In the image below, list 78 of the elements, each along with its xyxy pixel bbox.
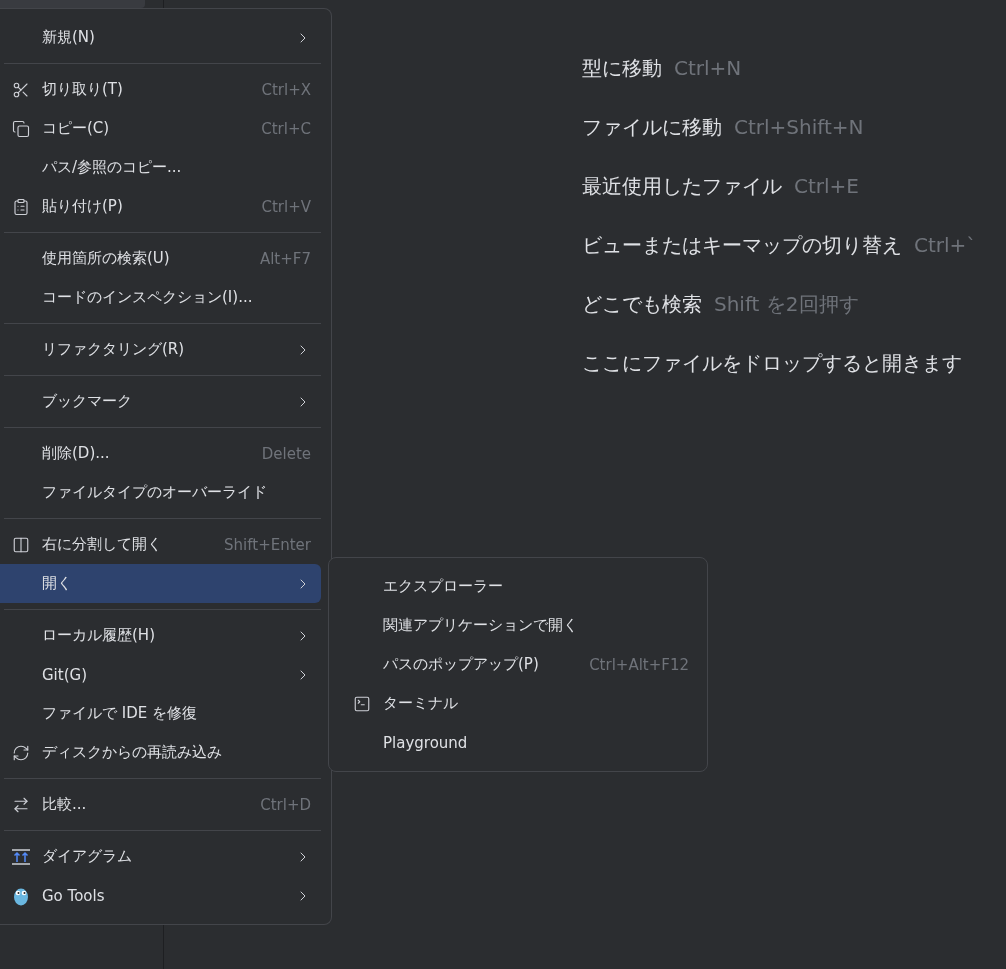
menu-item-label: Playground (383, 733, 469, 752)
menu-item-label: 貼り付け(P) (42, 197, 124, 216)
reload-icon (12, 743, 30, 762)
hint-action: 最近使用したファイル (582, 174, 782, 198)
menu-item-label: パスのポップアップ(P) (383, 655, 540, 674)
hint-action: 型に移動 (582, 56, 662, 80)
menu-item[interactable]: 新規(N) (0, 18, 321, 57)
menu-item[interactable]: 右に分割して開く Shift+Enter (0, 525, 321, 564)
menu-item-label: コピー(C) (42, 119, 111, 138)
clipboard-icon (12, 197, 30, 216)
menu-item[interactable]: 開く (0, 564, 321, 603)
diagram-icon (11, 847, 31, 866)
shortcut-text: Ctrl+V (261, 197, 311, 216)
shortcut-text: Ctrl+X (261, 80, 311, 99)
submenu-item[interactable]: ターミナル (329, 684, 707, 723)
hint-shortcut: Shift を2回押す (714, 292, 859, 316)
shortcut-text: Ctrl+Alt+F12 (589, 655, 689, 674)
hint-shortcut: Ctrl+Shift+N (734, 115, 864, 139)
shortcut-text: Shift+Enter (224, 535, 311, 554)
menu-item-label: ファイルで IDE を修復 (42, 704, 198, 723)
menu-item[interactable]: ローカル履歴(H) (0, 616, 321, 655)
menu-item-label: 切り取り(T) (42, 80, 124, 99)
menu-item[interactable]: ディスクからの再読み込み (0, 733, 321, 772)
submenu-item[interactable]: パスのポップアップ(P) Ctrl+Alt+F12 (329, 645, 707, 684)
menu-item[interactable]: ブックマーク (0, 382, 321, 421)
menu-item-label: リファクタリング(R) (42, 340, 186, 359)
terminal-icon (353, 694, 371, 713)
hint-action: ファイルに移動 (582, 115, 722, 139)
submenu-item[interactable]: 関連アプリケーションで開く (329, 606, 707, 645)
split-view-icon (12, 535, 30, 554)
menu-item[interactable]: ファイルで IDE を修復 (0, 694, 321, 733)
menu-item[interactable]: 切り取り(T) Ctrl+X (0, 70, 321, 109)
menu-item[interactable]: コードのインスペクション(I)... (0, 278, 321, 317)
hint-action: ここにファイルをドロップすると開きます (582, 351, 962, 375)
menu-item-label: ディスクからの再読み込み (42, 743, 223, 762)
menu-item-label: ブックマーク (42, 392, 133, 411)
menu-item[interactable]: ダイアグラム (0, 837, 321, 876)
menu-item[interactable]: 削除(D)... Delete (0, 434, 321, 473)
menu-item-label: 右に分割して開く (42, 535, 163, 554)
hint-shortcut: Ctrl+N (674, 56, 742, 80)
menu-item[interactable]: 貼り付け(P) Ctrl+V (0, 187, 321, 226)
menu-item-label: 使用箇所の検索(U) (42, 249, 171, 268)
menu-item[interactable]: パス/参照のコピー... (0, 148, 321, 187)
menu-item-label: Git(G) (42, 665, 88, 684)
hint-shortcut: Ctrl+` (914, 233, 977, 257)
menu-item-label: 比較... (42, 795, 88, 814)
scissors-icon (12, 80, 30, 99)
hint-action: どこでも検索 (582, 292, 702, 316)
menu-item[interactable]: Git(G) (0, 655, 321, 694)
menu-item-label: エクスプローラー (383, 577, 504, 596)
menu-item-label: ローカル履歴(H) (42, 626, 156, 645)
menu-item-label: 関連アプリケーションで開く (383, 616, 579, 635)
tool-window-tab[interactable] (0, 0, 145, 8)
shortcut-text: Alt+F7 (259, 249, 311, 268)
submenu-item[interactable]: Playground (329, 723, 707, 762)
menu-item-label: 新規(N) (42, 28, 96, 47)
menu-item[interactable]: 比較... Ctrl+D (0, 785, 321, 824)
compare-arrows-icon (12, 795, 30, 814)
menu-item-label: ダイアグラム (42, 847, 133, 866)
menu-item-label: コードのインスペクション(I)... (42, 288, 254, 307)
menu-item-label: ファイルタイプのオーバーライド (42, 483, 268, 502)
menu-item-label: パス/参照のコピー... (42, 158, 183, 177)
menu-item-label: 削除(D)... (42, 444, 111, 463)
copy-icon (12, 119, 30, 138)
hint-shortcut: Ctrl+E (794, 174, 859, 198)
menu-item[interactable]: リファクタリング(R) (0, 330, 321, 369)
menu-item-label: 開く (42, 574, 73, 593)
menu-item[interactable]: Go Tools (0, 876, 321, 915)
hint-action: ビューまたはキーマップの切り替え (582, 233, 902, 257)
menu-item-label: ターミナル (383, 694, 459, 713)
submenu-item[interactable]: エクスプローラー (329, 567, 707, 606)
shortcut-text: Ctrl+D (260, 795, 311, 814)
menu-item[interactable]: 使用箇所の検索(U) Alt+F7 (0, 239, 321, 278)
menu-item-label: Go Tools (42, 886, 106, 905)
menu-item[interactable]: ファイルタイプのオーバーライド (0, 473, 321, 512)
shortcut-text: Delete (261, 444, 311, 463)
shortcut-text: Ctrl+C (261, 119, 311, 138)
menu-item[interactable]: コピー(C) Ctrl+C (0, 109, 321, 148)
